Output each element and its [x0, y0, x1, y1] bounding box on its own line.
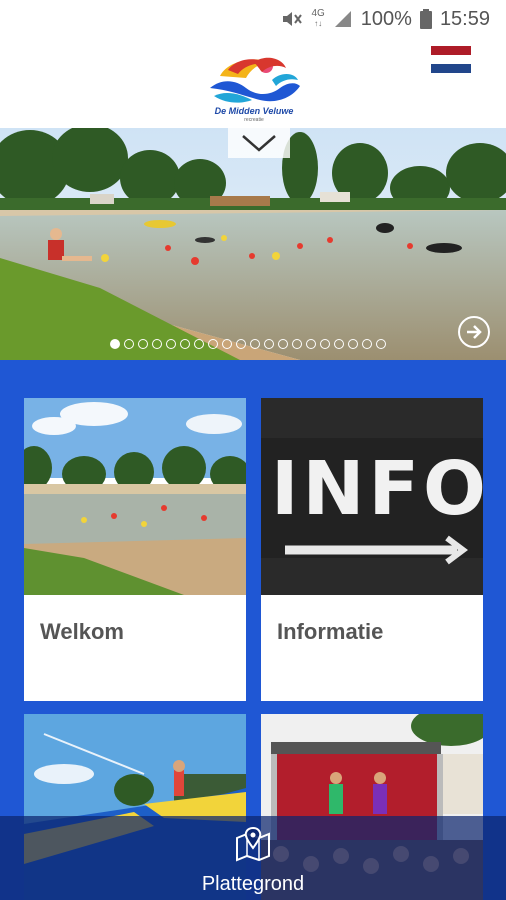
slider-dot[interactable] [334, 339, 344, 349]
hero-slider[interactable] [0, 128, 506, 360]
slider-next-button[interactable] [458, 316, 490, 348]
map-pin-icon [233, 826, 273, 867]
nl-flag-icon[interactable] [431, 46, 471, 73]
slider-dot[interactable] [180, 339, 190, 349]
slider-dot[interactable] [208, 339, 218, 349]
lake-photo [0, 128, 506, 360]
info-sign-text: INFO [271, 446, 483, 532]
slider-dot[interactable] [166, 339, 176, 349]
slider-dot[interactable] [110, 339, 120, 349]
mermaid-logo-icon [210, 57, 300, 103]
tile-welkom-label: Welkom [40, 619, 124, 644]
slider-dot[interactable] [152, 339, 162, 349]
network-type: 4G [311, 8, 325, 19]
tile-informatie-label: Informatie [277, 619, 384, 644]
plattegrond-label: Plattegrond [201, 873, 305, 895]
mute-icon [281, 9, 303, 29]
app-logo[interactable]: De Midden Veluwe recreatie [206, 54, 302, 124]
clock: 15:59 [439, 7, 490, 30]
slider-dot[interactable] [124, 339, 134, 349]
battery-percent: 100% [360, 7, 412, 30]
slider-dot[interactable] [348, 339, 358, 349]
chevron-down-icon [241, 134, 277, 152]
tile-informatie-image: INFO [261, 398, 483, 595]
network-type-icon: 4G ↑↓ [311, 8, 325, 29]
slider-dot[interactable] [278, 339, 288, 349]
slider-dot[interactable] [222, 339, 232, 349]
slider-dot[interactable] [250, 339, 260, 349]
arrow-right-icon [464, 322, 484, 342]
slider-dot[interactable] [306, 339, 316, 349]
battery-icon [419, 9, 432, 29]
slider-dot[interactable] [362, 339, 372, 349]
logo-subtitle: recreatie [244, 117, 264, 123]
slider-dot[interactable] [194, 339, 204, 349]
signal-icon [333, 9, 353, 29]
tile-welkom[interactable]: Welkom [24, 398, 246, 701]
plattegrond-button[interactable]: Plattegrond [0, 816, 506, 900]
slider-dot[interactable] [292, 339, 302, 349]
app-header: De Midden Veluwe recreatie [0, 38, 506, 128]
tile-welkom-image [24, 398, 246, 595]
slider-pagination[interactable] [110, 339, 386, 349]
slider-dot[interactable] [236, 339, 246, 349]
status-bar: 4G ↑↓ 100% 15:59 [0, 0, 506, 38]
slider-dot[interactable] [376, 339, 386, 349]
slider-dot[interactable] [320, 339, 330, 349]
slider-dot[interactable] [138, 339, 148, 349]
tile-informatie[interactable]: INFO Informatie [261, 398, 483, 701]
logo-name: De Midden Veluwe [214, 106, 294, 116]
slider-dot[interactable] [264, 339, 274, 349]
collapse-header-button[interactable] [228, 128, 290, 158]
